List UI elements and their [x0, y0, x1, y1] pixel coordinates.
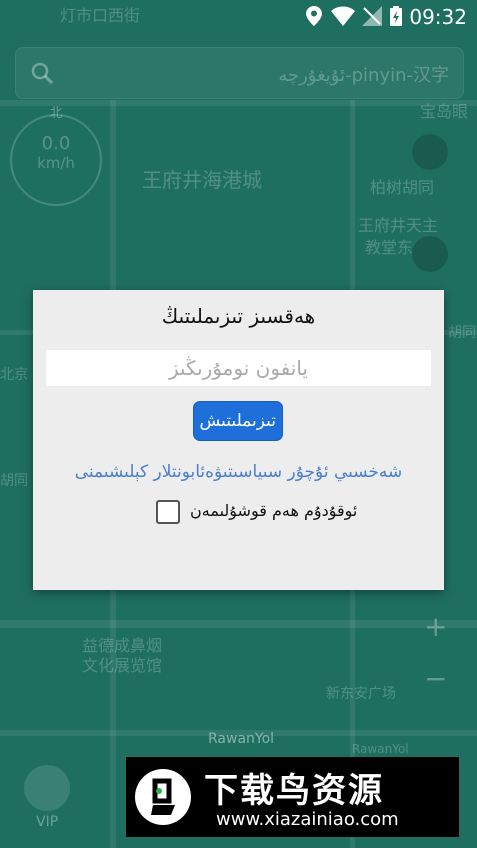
- watermark-url: www.xiazainiao.com: [216, 809, 399, 830]
- privacy-policy-link[interactable]: شەخسىي ئۇچۇر سىياسىتىۋەئابونتلار كېلىشىم…: [33, 462, 444, 482]
- agree-row: ئوقۇدۇم ھەم قوشۇلىمەن: [33, 498, 444, 528]
- watermark-banner: 下载鸟资源 www.xiazainiao.com: [126, 757, 459, 837]
- agree-label: ئوقۇدۇم ھەم قوشۇلىمەن: [190, 501, 358, 520]
- phone-input[interactable]: [46, 350, 431, 386]
- register-dialog: ھەقسىز تىزىملىتىڭ تىزىملىتىش شەخسىي ئۇچۇ…: [33, 290, 444, 590]
- register-button[interactable]: تىزىملىتىش: [193, 401, 283, 441]
- watermark-title: 下载鸟资源: [204, 771, 384, 811]
- bird-logo-graphic: [151, 778, 175, 815]
- agree-checkbox[interactable]: [156, 500, 180, 524]
- dialog-title: ھەقسىز تىزىملىتىڭ: [161, 304, 316, 328]
- bird-logo-icon: [135, 769, 191, 825]
